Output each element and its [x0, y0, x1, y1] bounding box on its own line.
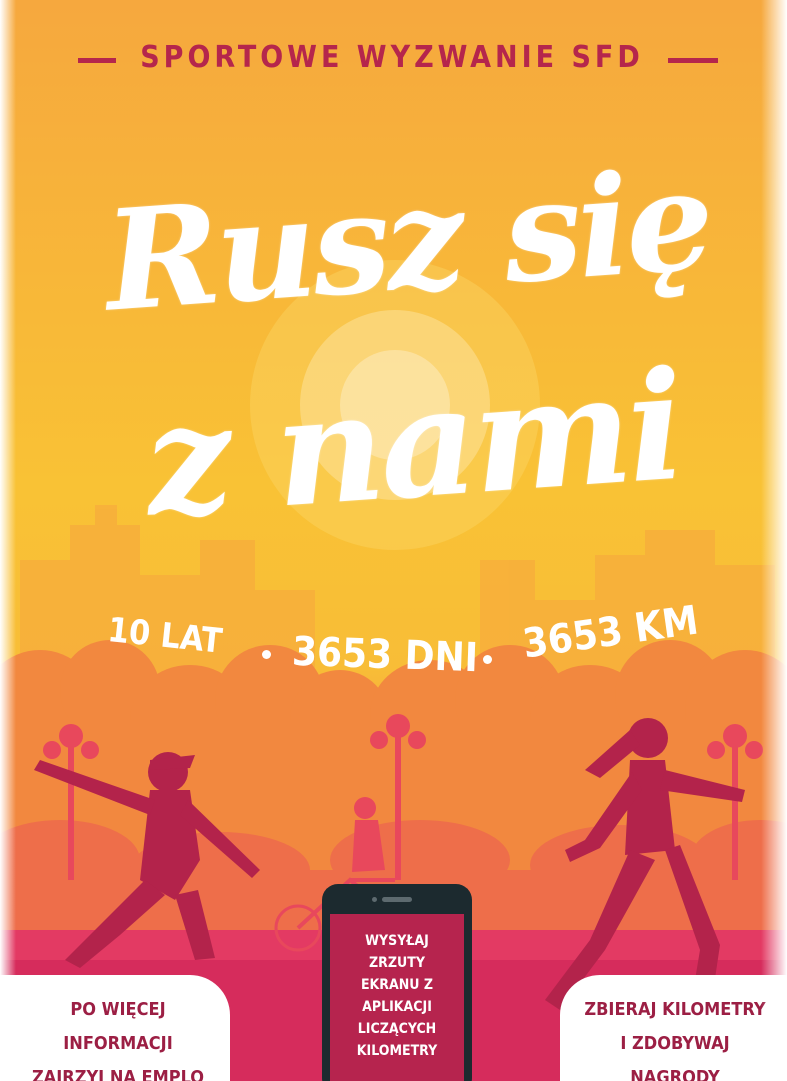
info-left-line-1: PO WIĘCEJ INFORMACJI	[63, 999, 173, 1054]
header-title: SPORTOWE WYZWANIE SFD	[140, 40, 644, 75]
stat-km: 3653 KM	[520, 597, 702, 668]
stat-years: 10 LAT	[105, 610, 224, 662]
phone-line: ZRZUTY	[369, 955, 425, 971]
info-right-line-1: ZBIERAJ KILOMETRY	[584, 999, 766, 1020]
phone-camera	[372, 897, 377, 902]
challenge-header: SPORTOWE WYZWANIE SFD	[0, 36, 787, 86]
phone-line: EKRANU Z	[360, 977, 434, 993]
phone-line: KILOMETRY	[356, 1043, 438, 1059]
info-right-line-2: I ZDOBYWAJ NAGRODY	[620, 1033, 730, 1081]
phone-speaker	[382, 897, 412, 902]
phone-line: LICZĄCYCH	[357, 1021, 437, 1037]
phone-line: APLIKACJI	[362, 999, 432, 1015]
header-line-left	[78, 58, 116, 63]
info-right: ZBIERAJ KILOMETRY I ZDOBYWAJ NAGRODY	[580, 993, 770, 1081]
edge-fade-right	[761, 0, 787, 1081]
header-line-right	[668, 58, 718, 63]
stat-days: 3653 DNI	[291, 628, 479, 682]
info-left: PO WIĘCEJ INFORMACJI ZAJRZYJ NA EMPLO	[18, 993, 218, 1081]
phone-line: WYSYŁAJ	[365, 933, 429, 949]
headline-line-2: z nami	[140, 337, 687, 551]
edge-fade-left	[0, 0, 16, 1081]
stats-row: 10 LAT 3653 DNI 3653 KM	[106, 597, 710, 690]
stat-separator	[262, 650, 271, 659]
stat-separator	[483, 655, 492, 664]
poster: SPORTOWE WYZWANIE SFD Rusz się z nami 10…	[0, 0, 787, 1081]
info-left-line-2: ZAJRZYJ NA EMPLO	[31, 1067, 205, 1081]
phone-instructions: WYSYŁAJ ZRZUTY EKRANU Z APLIKACJI LICZĄC…	[330, 930, 464, 1062]
